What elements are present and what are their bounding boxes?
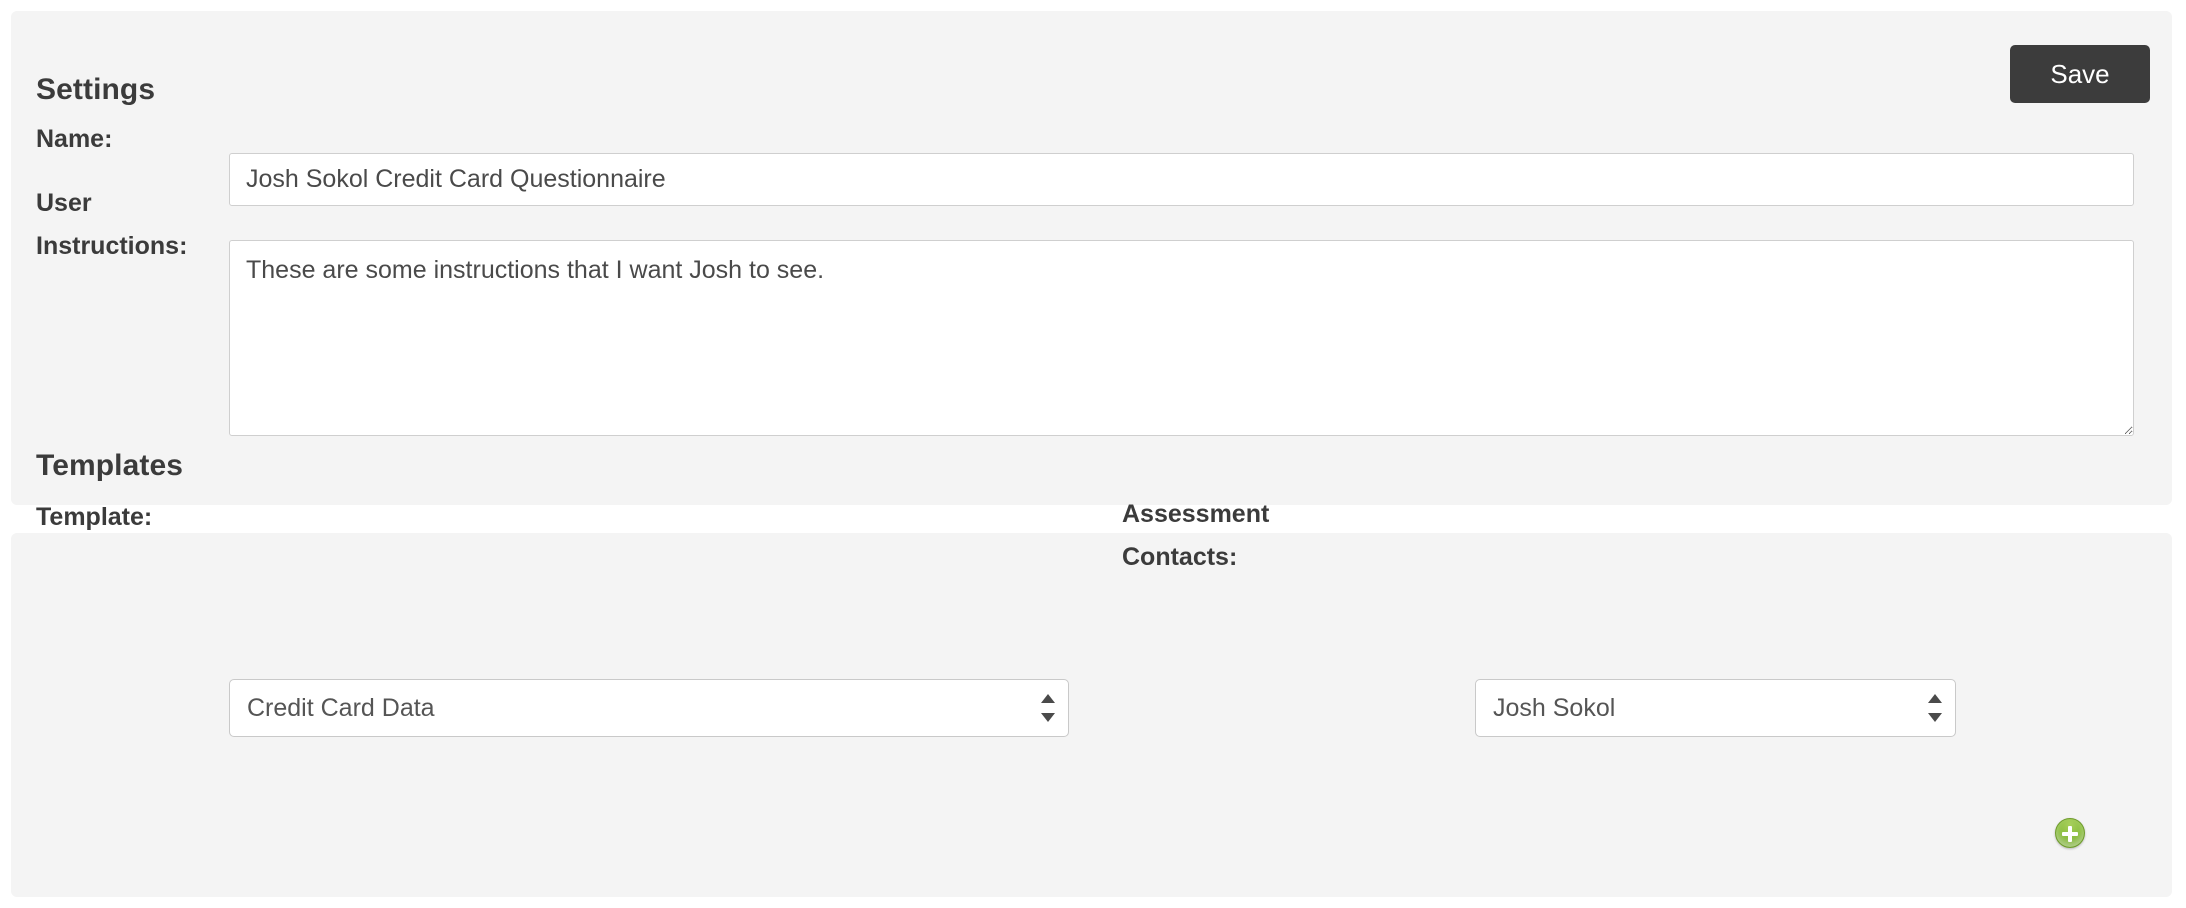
template-field-label: Template: xyxy=(36,503,153,531)
user-instructions-field-label: User Instructions: xyxy=(36,189,188,260)
templates-section-title: Templates xyxy=(36,448,184,482)
name-field-label: Name: xyxy=(36,125,113,153)
template-select-value: Credit Card Data xyxy=(247,694,435,722)
user-instructions-textarea[interactable] xyxy=(229,240,2134,436)
assessment-contacts-select-value: Josh Sokol xyxy=(1493,694,1616,722)
page-title: Settings xyxy=(36,72,156,106)
template-select[interactable]: Credit Card Data xyxy=(229,679,1069,737)
settings-page: Settings Save Name: User Instructions: T… xyxy=(0,0,2186,908)
assessment-contacts-field-label: Assessment Contacts: xyxy=(1122,500,1270,571)
name-input[interactable] xyxy=(229,153,2134,206)
chevron-updown-icon xyxy=(1041,694,1055,722)
assessment-contacts-select[interactable]: Josh Sokol xyxy=(1475,679,1956,737)
save-button[interactable]: Save xyxy=(2010,45,2150,103)
add-contact-button[interactable] xyxy=(2055,818,2085,848)
chevron-updown-icon xyxy=(1928,694,1942,722)
